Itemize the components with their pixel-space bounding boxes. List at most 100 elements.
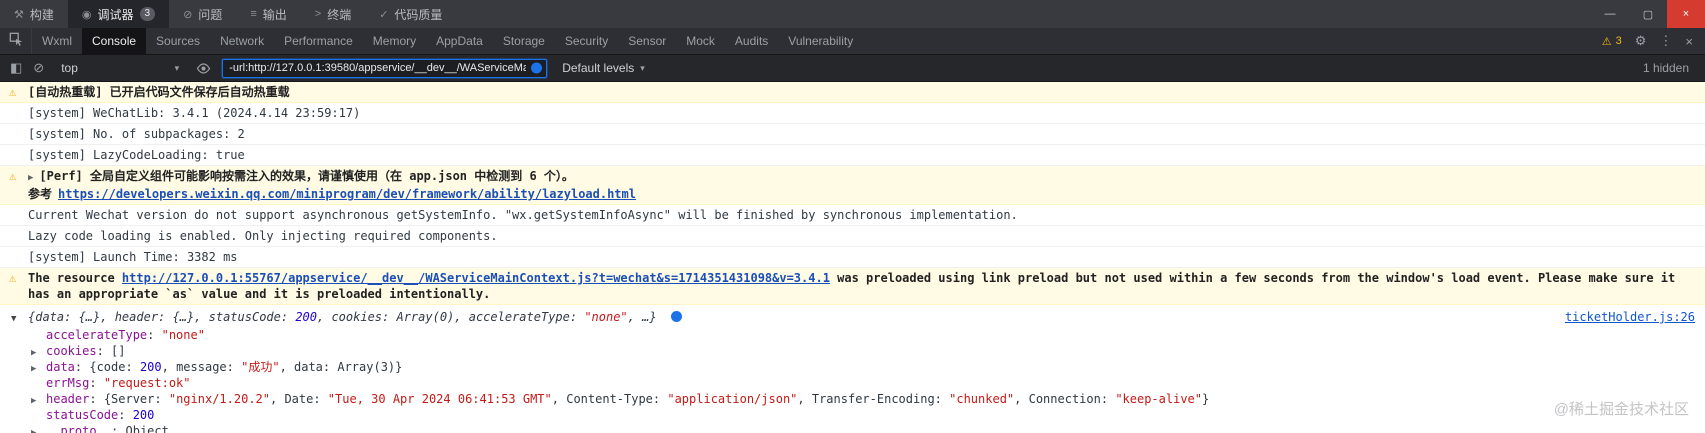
minimize-button[interactable]: — — [1591, 0, 1629, 28]
build-icon: ⚒ — [14, 8, 24, 21]
console-log-getsysteminfo: Current Wechat version do not support as… — [0, 205, 1705, 226]
devtools-bar-actions: ⚠ 3 ⚙ ⋮ × — [1590, 28, 1705, 54]
close-devtools-icon[interactable]: × — [1685, 34, 1693, 49]
message-text: [system] WeChatLib: 3.4.1 (2024.4.14 23:… — [28, 106, 361, 120]
window-tab-problems[interactable]: ⊘ 问题 — [169, 0, 236, 28]
hidden-messages-count[interactable]: 1 hidden — [1643, 61, 1695, 75]
console-warning-preload: ⚠ The resource http://127.0.0.1:55767/ap… — [0, 268, 1705, 305]
console-sidebar-icon[interactable]: ◧ — [10, 60, 22, 76]
property-key: header — [46, 392, 90, 406]
devtools-tab-bar: Wxml Console Sources Network Performance… — [0, 28, 1705, 55]
expand-arrow-icon[interactable]: ▶ — [31, 394, 36, 408]
problems-icon: ⊘ — [183, 8, 193, 21]
window-tab-code-quality[interactable]: ✓ 代码质量 — [365, 0, 456, 28]
console-messages: ⚠ [自动热重载] 已开启代码文件保存后自动热重载 [system] WeCha… — [0, 82, 1705, 433]
console-log-wechatlib: [system] WeChatLib: 3.4.1 (2024.4.14 23:… — [0, 103, 1705, 124]
clear-filter-icon[interactable] — [531, 62, 543, 74]
warning-count: 3 — [1615, 35, 1622, 47]
preview-segment: , cookies: Array(0), accelerateType: — [317, 310, 585, 324]
property-key: __proto__ — [46, 424, 112, 433]
tab-sources[interactable]: Sources — [146, 28, 210, 54]
value-segment: 200 — [139, 360, 162, 374]
property-value: "none" — [161, 328, 205, 342]
tab-wxml[interactable]: Wxml — [32, 28, 82, 54]
console-filter-input[interactable] — [222, 58, 548, 78]
value-segment: , Transfer-Encoding: — [797, 392, 950, 406]
window-tab-debugger[interactable]: ◉ 调试器 3 — [67, 0, 170, 28]
context-value: top — [61, 61, 78, 75]
source-location-link[interactable]: ticketHolder.js:26 — [1565, 309, 1695, 325]
preloaded-resource-link[interactable]: http://127.0.0.1:55767/appservice/__dev_… — [122, 271, 830, 285]
chevron-down-icon: ▾ — [640, 62, 645, 73]
settings-gear-icon[interactable]: ⚙ — [1635, 33, 1647, 49]
property-row-acceleratetype: accelerateType: "none" — [0, 327, 1705, 343]
filter-container — [222, 58, 548, 78]
inspect-element-button[interactable] — [0, 28, 32, 54]
window-tab-label: 问题 — [198, 7, 223, 22]
tab-storage[interactable]: Storage — [493, 28, 555, 54]
message-block: The resource http://127.0.0.1:55767/apps… — [28, 270, 1695, 302]
value-segment: , data: Array(3)} — [279, 360, 403, 374]
value-segment: {code: — [89, 360, 140, 374]
maximize-button[interactable]: ▢ — [1629, 0, 1667, 28]
message-block: ▶ [Perf] 全局自定义组件可能影响按需注入的效果，请谨慎使用（在 app.j… — [28, 168, 1695, 202]
message-text: The resource — [28, 271, 122, 285]
preview-segment: {data: {…}, header: {…}, statusCode: — [28, 310, 296, 324]
info-icon — [670, 311, 682, 322]
close-button[interactable]: × — [1667, 0, 1705, 28]
debugger-icon: ◉ — [81, 8, 92, 21]
property-row-header[interactable]: ▶ header: {Server: "nginx/1.20.2", Date:… — [0, 391, 1705, 407]
lazyload-doc-link[interactable]: https://developers.weixin.qq.com/minipro… — [58, 187, 636, 201]
wechat-devtools-window: ⚒ 构建 ◉ 调试器 3 ⊘ 问题 ≡ 输出 > 终端 ✓ 代码质量 — ▢ × — [0, 0, 1705, 433]
property-row-data[interactable]: ▶ data: {code: 200, message: "成功", data:… — [0, 359, 1705, 375]
property-value: Object — [125, 424, 169, 433]
preview-segment: 200 — [295, 310, 317, 324]
separator: : — [111, 424, 126, 433]
property-key: errMsg — [46, 376, 90, 390]
console-log-lazycodeloading: [system] LazyCodeLoading: true — [0, 145, 1705, 166]
value-segment: , Connection: — [1014, 392, 1116, 406]
tab-vulnerability[interactable]: Vulnerability — [778, 28, 863, 54]
tab-memory[interactable]: Memory — [363, 28, 426, 54]
window-controls: — ▢ × — [1591, 0, 1705, 28]
tab-appdata[interactable]: AppData — [426, 28, 493, 54]
tab-performance[interactable]: Performance — [274, 28, 363, 54]
value-segment: "Tue, 30 Apr 2024 06:41:53 GMT" — [327, 392, 552, 406]
eye-icon[interactable] — [196, 61, 211, 76]
value-segment: , Date: — [270, 392, 328, 406]
context-selector[interactable]: top ▾ — [55, 59, 185, 77]
collapse-arrow-icon[interactable]: ▼ — [11, 311, 16, 327]
separator: : — [89, 376, 104, 390]
window-tab-label: 输出 — [262, 7, 287, 22]
expand-arrow-icon[interactable]: ▶ — [31, 426, 36, 433]
clear-console-icon[interactable]: ⊘ — [33, 60, 44, 76]
tab-sensor[interactable]: Sensor — [618, 28, 676, 54]
log-levels-selector[interactable]: Default levels ▾ — [558, 61, 649, 75]
window-tab-output[interactable]: ≡ 输出 — [236, 0, 300, 28]
window-tab-build[interactable]: ⚒ 构建 — [0, 0, 68, 28]
warnings-indicator[interactable]: ⚠ 3 — [1602, 35, 1622, 48]
console-log-lazy-injecting: Lazy code loading is enabled. Only injec… — [0, 226, 1705, 247]
value-segment: "chunked" — [949, 392, 1015, 406]
console-object-log: ticketHolder.js:26 ▼ {data: {…}, header:… — [0, 305, 1705, 433]
tab-mock[interactable]: Mock — [676, 28, 725, 54]
levels-value: Default levels — [562, 61, 635, 75]
tab-console[interactable]: Console — [82, 28, 147, 54]
value-segment: "application/json" — [667, 392, 798, 406]
tab-audits[interactable]: Audits — [725, 28, 778, 54]
property-value: "request:ok" — [103, 376, 191, 390]
window-tab-label: 构建 — [29, 7, 54, 22]
console-warning-hot-reload: ⚠ [自动热重载] 已开启代码文件保存后自动热重载 — [0, 82, 1705, 103]
tab-security[interactable]: Security — [555, 28, 618, 54]
message-text: [Perf] 全局自定义组件可能影响按需注入的效果，请谨慎使用（在 app.js… — [39, 169, 574, 183]
expand-arrow-icon[interactable]: ▶ — [28, 170, 33, 186]
more-options-icon[interactable]: ⋮ — [1659, 33, 1672, 49]
property-key: statusCode — [46, 408, 119, 422]
expand-arrow-icon[interactable]: ▶ — [31, 362, 36, 376]
window-tab-terminal[interactable]: > 终端 — [301, 0, 365, 28]
console-toolbar: ◧ ⊘ top ▾ Default levels ▾ 1 hidden — [0, 55, 1705, 82]
property-row-cookies[interactable]: ▶ cookies: [] — [0, 343, 1705, 359]
tab-network[interactable]: Network — [210, 28, 274, 54]
property-row-proto[interactable]: ▶ __proto__: Object — [0, 423, 1705, 433]
expand-arrow-icon[interactable]: ▶ — [31, 346, 36, 360]
